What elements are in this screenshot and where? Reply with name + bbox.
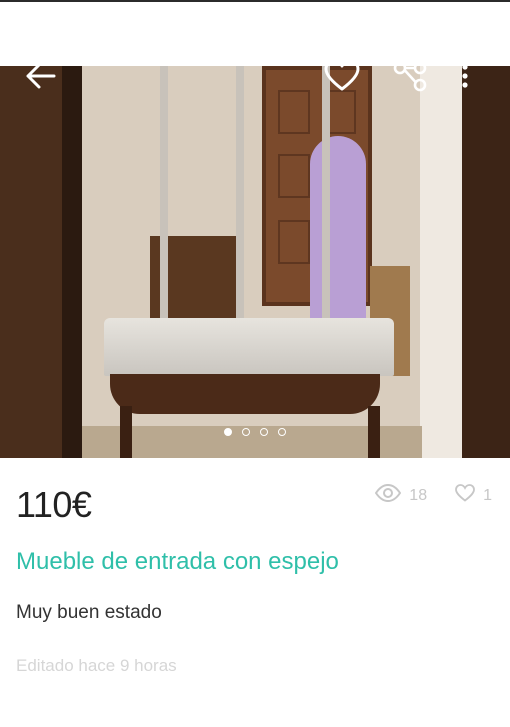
photo-door-frame-left <box>62 66 82 458</box>
door-panel <box>278 220 310 264</box>
heart-icon[interactable] <box>322 58 362 94</box>
photo-marble-table-top <box>104 318 394 376</box>
pagination-dot[interactable] <box>260 428 268 436</box>
door-panel <box>278 90 310 134</box>
photo-door-frame-right <box>462 66 510 458</box>
back-arrow-icon[interactable] <box>20 58 60 94</box>
photo-mirror-pole <box>322 66 330 336</box>
listing-stats: 18 1 <box>375 483 492 507</box>
gallery-pagination <box>0 428 510 436</box>
views-count: 18 <box>409 486 428 504</box>
more-vertical-icon[interactable] <box>452 58 478 94</box>
product-photo[interactable] <box>0 66 510 458</box>
door-panel <box>278 154 310 198</box>
listing-price: 110€ <box>16 484 92 525</box>
photo-mirror-pole <box>236 66 244 336</box>
favorites-count: 1 <box>483 486 492 504</box>
photo-mirror-pole <box>160 66 168 336</box>
pagination-dot[interactable] <box>278 428 286 436</box>
listing-title: Mueble de entrada con espejo <box>16 548 339 575</box>
favorites-stat: 1 <box>455 484 492 507</box>
status-divider <box>0 0 510 2</box>
pagination-dot[interactable] <box>242 428 250 436</box>
listing-edited-time: Editado hace 9 horas <box>16 656 177 675</box>
share-icon[interactable] <box>390 58 430 94</box>
views-stat: 18 <box>375 483 428 507</box>
eye-icon <box>375 483 402 507</box>
pagination-dot-active[interactable] <box>224 428 232 436</box>
photo-table-apron <box>110 374 380 414</box>
heart-outline-icon <box>455 484 475 507</box>
photo-wall-left <box>0 66 62 458</box>
listing-description: Muy buen estado <box>16 602 162 623</box>
